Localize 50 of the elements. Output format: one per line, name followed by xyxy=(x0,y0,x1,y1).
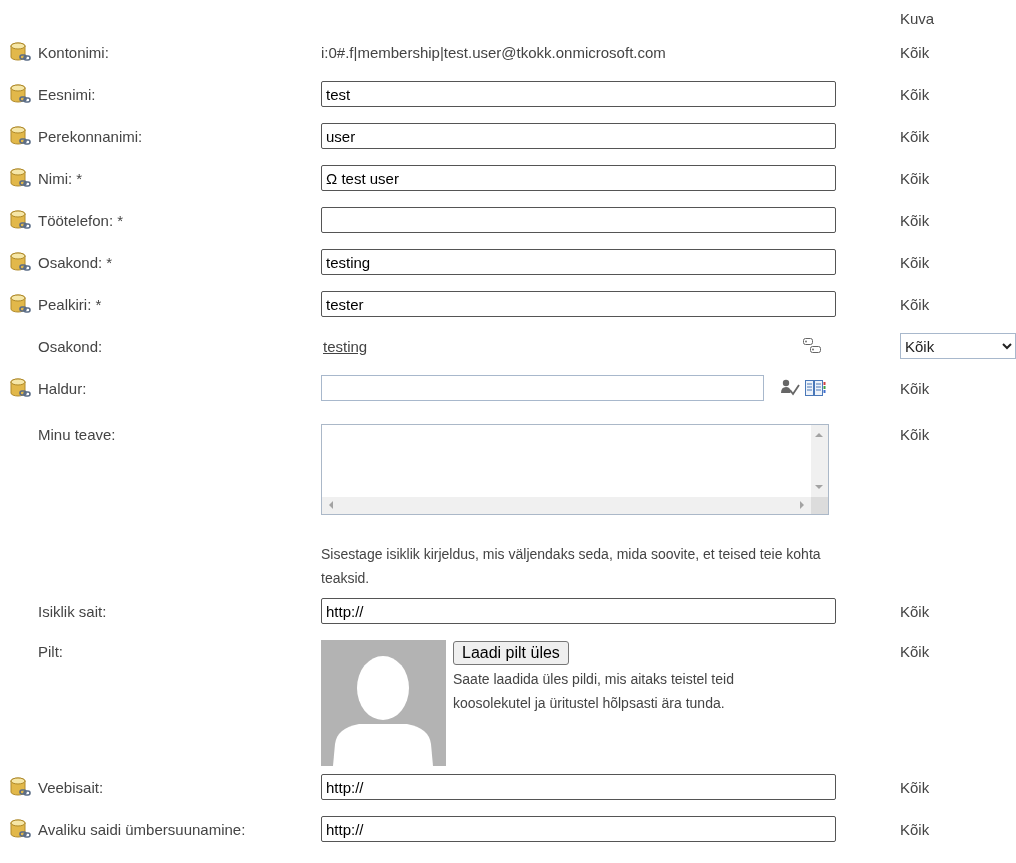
tags-icon[interactable] xyxy=(802,337,822,355)
input-field[interactable] xyxy=(321,207,836,233)
field-label: Avaliku saidi ümbersuunamine: xyxy=(38,820,246,838)
field-label: Veebisait: xyxy=(38,778,104,796)
field-label: Töötelefon: * xyxy=(38,211,124,229)
help-text: Sisestage isiklik kirjeldus, mis väljendaks seda, mida soovite, et teised teie kohta teaksid. xyxy=(321,545,822,588)
field-label: Minu teave: xyxy=(38,426,116,443)
department-link[interactable]: testing xyxy=(323,337,368,355)
visibility-value: Kõik xyxy=(900,602,930,620)
field-label: Osakond: xyxy=(38,337,103,355)
column-header: Kuva xyxy=(900,9,936,29)
visibility-value: Kõik xyxy=(900,379,930,397)
visibility-value: Kõik xyxy=(900,820,930,838)
field-label: Eesnimi: xyxy=(38,85,96,103)
visibility-value: Kõik xyxy=(900,85,930,103)
horizontal-scrollbar[interactable] xyxy=(322,497,811,514)
people-picker-field[interactable] xyxy=(321,375,764,401)
field-label: Nimi: * xyxy=(38,169,83,187)
help-text: Saate laadida üles pildi, mis aitaks teistel teid koosolekutel ja üritustel hõlpsasti ära tunda. xyxy=(453,670,735,713)
visibility-value: Kõik xyxy=(900,643,930,660)
field-label: Perekonnanimi: xyxy=(38,127,143,145)
upload-picture-button[interactable]: Laadi pilt üles xyxy=(453,641,569,665)
vertical-scrollbar[interactable] xyxy=(811,425,828,497)
input-field[interactable]: Ω test user xyxy=(321,165,836,191)
visibility-dropdown[interactable]: Kõik xyxy=(900,333,1016,359)
input-field[interactable]: user xyxy=(321,123,836,149)
input-field[interactable]: http:// xyxy=(321,598,836,624)
input-field[interactable]: http:// xyxy=(321,816,836,842)
visibility-value: Kõik xyxy=(900,778,930,796)
address-book-icon[interactable] xyxy=(804,379,826,397)
visibility-value: Kõik xyxy=(900,426,930,443)
input-field[interactable]: testing xyxy=(321,249,836,275)
visibility-value: Kõik xyxy=(900,169,930,187)
account-name: i:0#.f|membership|test.user@tkokk.onmicrosoft.com xyxy=(321,43,666,61)
visibility-value: Kõik xyxy=(900,127,930,145)
field-label: Pealkiri: * xyxy=(38,295,102,313)
visibility-value: Kõik xyxy=(900,253,930,271)
scrollbar-corner xyxy=(811,497,828,514)
check-names-icon[interactable] xyxy=(780,379,800,397)
field-label: Osakond: * xyxy=(38,253,113,271)
input-field[interactable]: tester xyxy=(321,291,836,317)
field-label: Haldur: xyxy=(38,379,87,397)
input-field[interactable]: http:// xyxy=(321,774,836,800)
visibility-value: Kõik xyxy=(900,295,930,313)
field-label: Pilt: xyxy=(38,643,63,660)
field-label: Isiklik sait: xyxy=(38,602,107,620)
input-field[interactable]: test xyxy=(321,81,836,107)
field-label: Kontonimi: xyxy=(38,43,109,61)
visibility-value: Kõik xyxy=(900,43,930,61)
visibility-value: Kõik xyxy=(900,211,930,229)
